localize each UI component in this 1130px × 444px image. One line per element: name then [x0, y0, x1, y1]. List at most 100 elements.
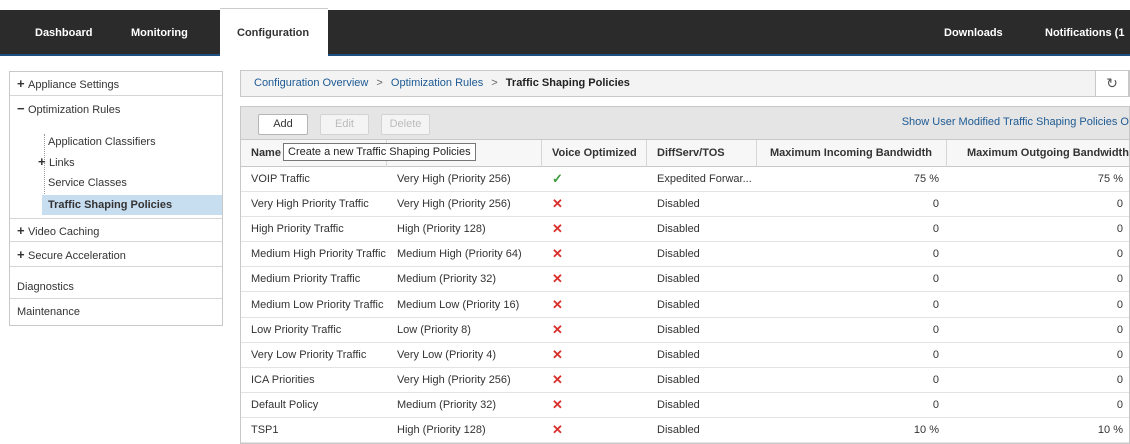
column-header-max-outgoing[interactable]: Maximum Outgoing Bandwidth [947, 140, 1129, 167]
cell-max-incoming: 0 [932, 348, 939, 361]
sidebar-item-label: Links [49, 157, 75, 169]
expand-icon[interactable]: + [17, 243, 26, 267]
delete-button[interactable]: Delete [381, 114, 430, 135]
cell-max-outgoing: 0 [1116, 398, 1123, 411]
cross-icon: ✕ [552, 296, 563, 312]
table-row[interactable]: Default Policy Medium (Priority 32) ✕ Disab… [241, 393, 1129, 418]
table-row[interactable]: ICA Priorities Very High (Priority 256) ✕ D… [241, 368, 1129, 393]
notifications-link[interactable]: Notifications (1 [1045, 10, 1130, 56]
table-row[interactable]: TSP1 High (Priority 128) ✕ Disabled 10 % 10 % [241, 418, 1129, 443]
cell-priority: Very High (Priority 256) [397, 198, 511, 211]
sidebar-item-label: Video Caching [28, 226, 100, 238]
column-header-voice-optimized[interactable]: Voice Optimized [542, 140, 647, 167]
cell-max-incoming: 0 [932, 373, 939, 386]
cell-priority: Low (Priority 8) [397, 323, 471, 336]
sidebar-item-application-classifiers[interactable]: Application Classifiers [42, 132, 156, 152]
sidebar-item-video-caching[interactable]: + Video Caching [10, 218, 222, 242]
cell-max-outgoing: 10 % [1097, 424, 1123, 436]
cell-diffserv: Disabled [657, 198, 700, 211]
sidebar-item-label: Secure Acceleration [28, 250, 126, 262]
cell-priority: Very Low (Priority 4) [397, 348, 497, 361]
downloads-link[interactable]: Downloads [944, 10, 1003, 56]
table-row[interactable]: Medium Low Priority Traffic Medium Low (P… [241, 293, 1129, 318]
cross-icon: ✕ [552, 371, 563, 387]
cell-max-incoming: 75 % [913, 173, 939, 185]
cell-max-outgoing: 0 [1116, 373, 1123, 386]
cell-name: Default Policy [251, 398, 319, 411]
table-row[interactable]: Low Priority Traffic Low (Priority 8) ✕ Dis… [241, 318, 1129, 343]
sidebar-item-secure-acceleration[interactable]: + Secure Acceleration [10, 243, 222, 267]
table-row[interactable]: Very Low Priority Traffic Very Low (Prior… [241, 343, 1129, 368]
column-header-max-incoming[interactable]: Maximum Incoming Bandwidth [757, 140, 947, 167]
check-icon: ✓ [552, 171, 563, 186]
table-row[interactable]: Medium Priority Traffic Medium (Priority … [241, 267, 1129, 293]
cell-priority: Very High (Priority 256) [397, 373, 511, 386]
breadcrumb-separator: > [376, 77, 383, 89]
cell-voice-optimized: ✓ [542, 167, 647, 191]
cross-icon: ✕ [552, 196, 563, 212]
cell-max-outgoing: 75 % [1097, 173, 1123, 185]
breadcrumb: Configuration Overview > Optimization Ru… [240, 70, 1130, 97]
table-row[interactable]: High Priority Traffic High (Priority 128)… [241, 217, 1129, 243]
cell-max-incoming: 0 [932, 223, 939, 236]
cell-max-incoming: 0 [932, 273, 939, 286]
cell-name: Medium Low Priority Traffic [251, 298, 384, 311]
cell-max-outgoing: 0 [1116, 273, 1123, 286]
expand-icon[interactable]: + [17, 219, 26, 243]
cell-max-incoming: 0 [932, 248, 939, 261]
expand-icon[interactable]: + [38, 152, 47, 172]
cell-voice-optimized: ✕ [542, 293, 647, 317]
add-button[interactable]: Add [258, 114, 308, 135]
add-tooltip: Create a new Traffic Shaping Policies [283, 143, 476, 161]
cell-diffserv: Disabled [657, 398, 700, 411]
cell-name: VOIP Traffic [251, 173, 310, 185]
edit-button[interactable]: Edit [320, 114, 369, 135]
expand-icon[interactable]: + [17, 72, 26, 96]
cell-priority: High (Priority 128) [397, 223, 486, 236]
collapse-icon[interactable]: − [17, 97, 26, 121]
cell-max-incoming: 10 % [913, 424, 939, 436]
sidebar-item-links[interactable]: + Links [32, 152, 75, 172]
show-user-modified-link[interactable]: Show User Modified Traffic Shaping Polic… [902, 116, 1129, 128]
sidebar-item-label: Appliance Settings [28, 79, 120, 91]
cell-priority: Medium (Priority 32) [397, 398, 497, 411]
sidebar-item-maintenance[interactable]: Maintenance [10, 300, 222, 324]
cell-name: TSP1 [251, 424, 279, 436]
cell-voice-optimized: ✕ [542, 192, 647, 216]
cell-name: Very High Priority Traffic [251, 198, 369, 211]
sidebar-item-traffic-shaping-policies[interactable]: Traffic Shaping Policies [42, 195, 222, 215]
cell-max-outgoing: 0 [1116, 223, 1123, 236]
refresh-icon: ↻ [1106, 75, 1118, 91]
sidebar-item-optimization-rules[interactable]: − Optimization Rules [10, 97, 222, 121]
breadcrumb-current: Traffic Shaping Policies [505, 77, 630, 89]
cell-diffserv: Disabled [657, 273, 700, 286]
cell-diffserv: Disabled [657, 373, 700, 386]
cell-max-incoming: 0 [932, 198, 939, 211]
cell-voice-optimized: ✕ [542, 418, 647, 442]
toolbar: Add Edit Delete Show User Modified Traff… [241, 107, 1129, 140]
cell-max-outgoing: 0 [1116, 348, 1123, 361]
breadcrumb-configuration-overview[interactable]: Configuration Overview [254, 77, 368, 89]
sidebar-item-service-classes[interactable]: Service Classes [42, 173, 127, 193]
breadcrumb-optimization-rules[interactable]: Optimization Rules [391, 77, 483, 89]
cell-name: Medium Priority Traffic [251, 273, 361, 286]
table-row[interactable]: Very High Priority Traffic Very High (Pri… [241, 192, 1129, 218]
sidebar-item-diagnostics[interactable]: Diagnostics [10, 275, 222, 299]
refresh-button[interactable]: ↻ [1095, 70, 1129, 97]
table-row[interactable]: Medium High Priority Traffic Medium High … [241, 242, 1129, 268]
cell-priority: High (Priority 128) [397, 424, 486, 436]
cell-max-incoming: 0 [932, 398, 939, 411]
tab-monitoring[interactable]: Monitoring [131, 10, 188, 56]
column-header-diffserv[interactable]: DiffServ/TOS [647, 140, 757, 167]
tab-configuration[interactable]: Configuration [220, 8, 328, 56]
cell-name: High Priority Traffic [251, 223, 344, 236]
sidebar: + Appliance Settings − Optimization Rules … [9, 71, 223, 326]
cell-priority: Medium High (Priority 64) [397, 248, 522, 261]
cell-max-outgoing: 0 [1116, 248, 1123, 261]
sidebar-item-appliance-settings[interactable]: + Appliance Settings [10, 72, 222, 96]
tab-dashboard[interactable]: Dashboard [35, 10, 92, 56]
cell-max-outgoing: 0 [1116, 298, 1123, 311]
cross-icon: ✕ [552, 321, 563, 337]
cell-max-outgoing: 0 [1116, 198, 1123, 211]
table-row[interactable]: VOIP Traffic Very High (Priority 256) ✓ Exp… [241, 167, 1129, 192]
